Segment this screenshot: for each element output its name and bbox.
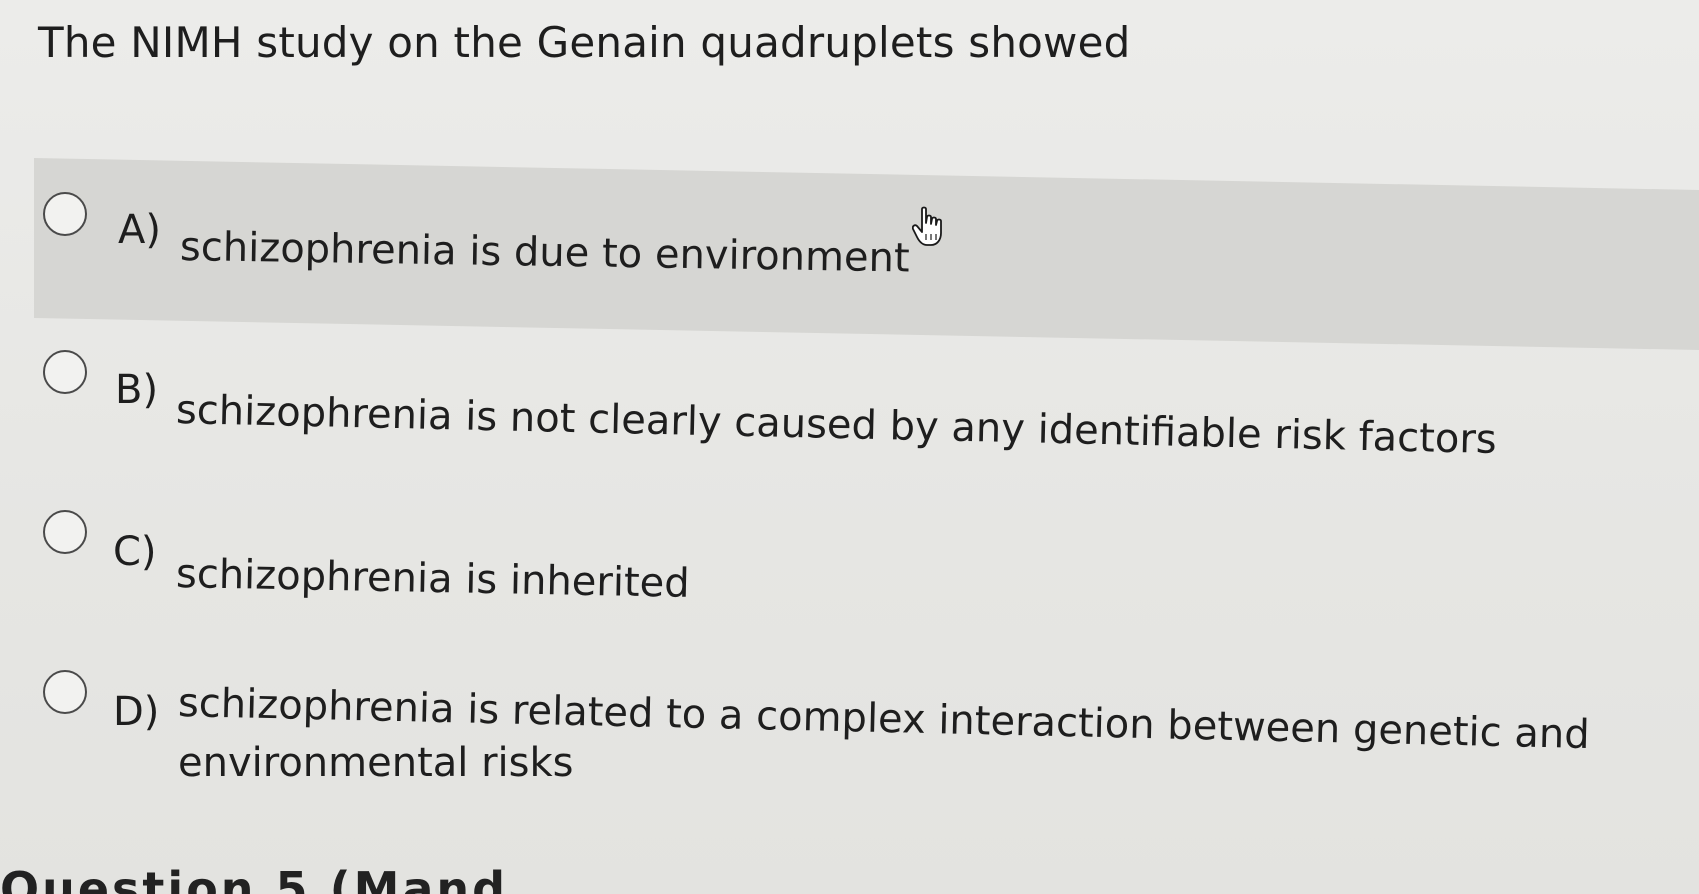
option-c-letter: C): [113, 529, 157, 575]
option-b-radio[interactable]: [43, 350, 87, 394]
hand-pointer-icon: [912, 206, 942, 246]
option-a-radio[interactable]: [43, 192, 87, 236]
option-d-text-line2[interactable]: environmental risks: [178, 738, 574, 788]
next-question-heading: Question 5 (Mand: [0, 862, 509, 894]
option-d-letter: D): [113, 689, 160, 735]
option-b-text[interactable]: schizophrenia is not clearly caused by a…: [175, 385, 1497, 465]
option-c-text[interactable]: schizophrenia is inherited: [176, 549, 691, 609]
option-b-letter: B): [115, 367, 159, 413]
question-text: The NIMH study on the Genain quadruplets…: [38, 18, 1131, 67]
quiz-page: The NIMH study on the Genain quadruplets…: [0, 0, 1699, 894]
option-c-radio[interactable]: [43, 510, 87, 554]
option-d-radio[interactable]: [43, 670, 87, 714]
option-a-letter: A): [118, 207, 161, 253]
